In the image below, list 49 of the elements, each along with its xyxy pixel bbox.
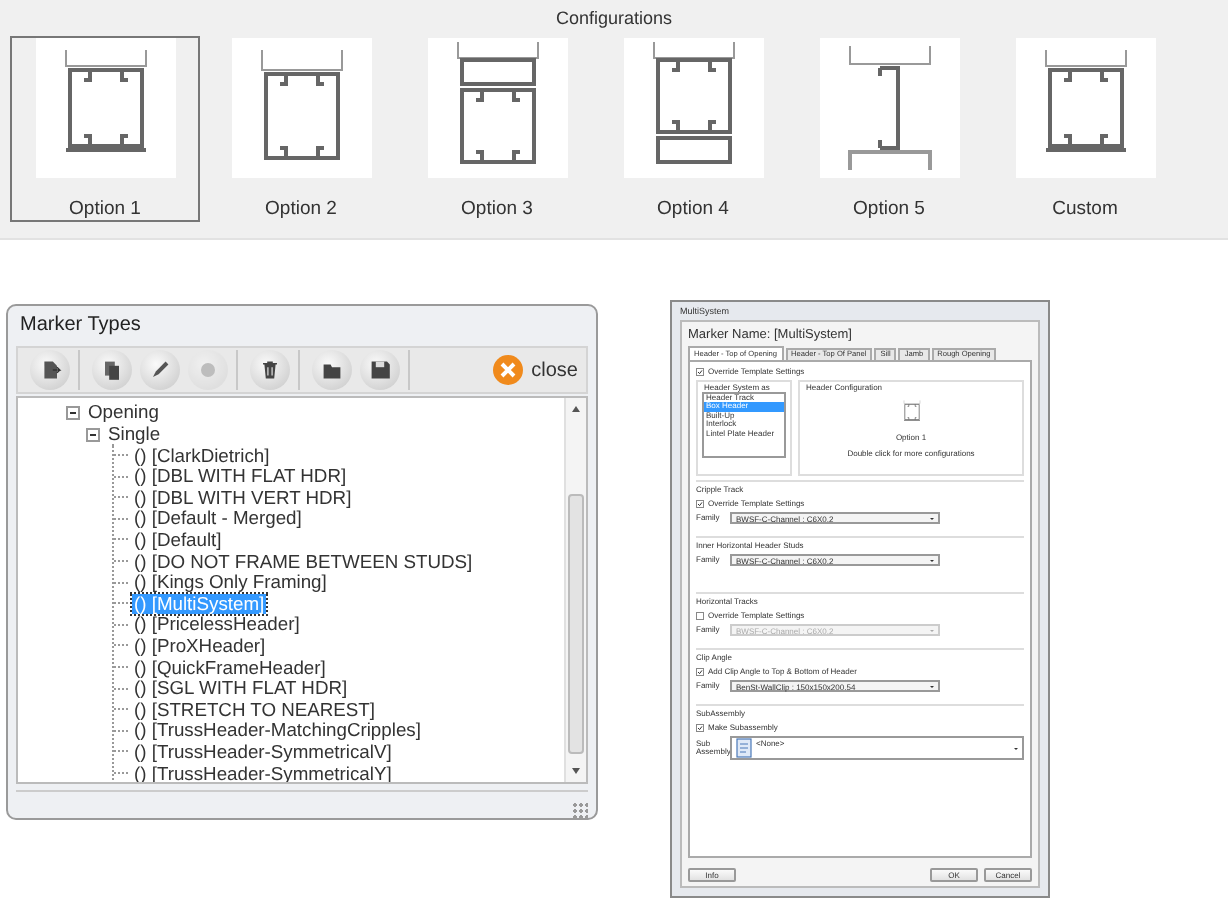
close-icon bbox=[491, 354, 524, 387]
checkbox[interactable] bbox=[696, 723, 704, 731]
tree-item[interactable]: () [QuickFrameHeader] bbox=[132, 657, 328, 678]
stud-configuration-drawing bbox=[623, 38, 763, 178]
section-title: Configurations bbox=[555, 6, 673, 28]
tree-item[interactable]: () [TrussHeader-MatchingCripples] bbox=[132, 720, 423, 741]
toolbar-button[interactable] bbox=[312, 350, 352, 391]
tree-item[interactable]: () [STRETCH TO NEAREST] bbox=[132, 699, 377, 720]
tree-item[interactable]: () [Default] bbox=[132, 529, 224, 550]
tree-item[interactable]: () [DO NOT FRAME BETWEEN STUDS] bbox=[132, 551, 475, 572]
configuration-option[interactable]: Custom bbox=[990, 36, 1180, 222]
tree-item[interactable]: Single bbox=[106, 424, 163, 444]
resize-grip[interactable] bbox=[572, 802, 588, 818]
checkbox[interactable] bbox=[696, 499, 704, 507]
tree-item[interactable]: () [Default - Merged] bbox=[132, 508, 304, 529]
tree-item[interactable]: () [PricelessHeader] bbox=[132, 614, 302, 635]
stud-configuration-drawing bbox=[35, 38, 175, 178]
collapse-icon[interactable] bbox=[86, 427, 100, 441]
checkbox[interactable] bbox=[696, 367, 704, 375]
tree-item[interactable]: () [Kings Only Framing] bbox=[132, 572, 329, 593]
stud-configuration-drawing bbox=[819, 38, 959, 178]
toolbar-button[interactable] bbox=[30, 350, 70, 391]
collapse-icon[interactable] bbox=[66, 405, 80, 420]
tree-item[interactable]: () [ClarkDietrich] bbox=[132, 445, 272, 466]
close-button[interactable]: close bbox=[487, 354, 582, 387]
configuration-option[interactable]: Option 5 bbox=[794, 36, 984, 222]
stud-configuration-drawing bbox=[1015, 38, 1155, 178]
configuration-option[interactable]: Option 1 bbox=[10, 36, 200, 222]
stud-configuration-drawing bbox=[427, 38, 567, 178]
toolbar-button[interactable] bbox=[140, 350, 180, 391]
tree-item[interactable]: () [SGL WITH FLAT HDR] bbox=[132, 678, 350, 699]
window-title: Marker Types bbox=[18, 312, 141, 340]
configuration-option[interactable]: Option 4 bbox=[598, 36, 788, 222]
tree-item[interactable]: () [TrussHeader-SymmetricalY] bbox=[132, 763, 394, 783]
configuration-option[interactable]: Option 3 bbox=[402, 36, 592, 222]
scrollbar[interactable] bbox=[564, 398, 586, 783]
stud-configuration-drawing bbox=[231, 38, 371, 178]
document-icon bbox=[736, 738, 752, 758]
toolbar-button[interactable] bbox=[360, 350, 400, 391]
checkbox[interactable] bbox=[696, 667, 704, 675]
tree-item[interactable]: () [ProXHeader] bbox=[132, 635, 268, 656]
configuration-option[interactable]: Option 2 bbox=[206, 36, 396, 222]
toolbar-button[interactable] bbox=[250, 350, 290, 391]
tree-item[interactable]: () [TrussHeader-SymmetricalV] bbox=[132, 741, 394, 762]
header-configuration-drawing[interactable] bbox=[897, 398, 925, 426]
toolbar-button[interactable] bbox=[92, 350, 132, 391]
tree-item[interactable]: () [DBL WITH VERT HDR] bbox=[132, 487, 354, 508]
tree-item[interactable]: () [DBL WITH FLAT HDR] bbox=[132, 466, 349, 487]
tree-item[interactable]: Opening bbox=[86, 402, 161, 423]
